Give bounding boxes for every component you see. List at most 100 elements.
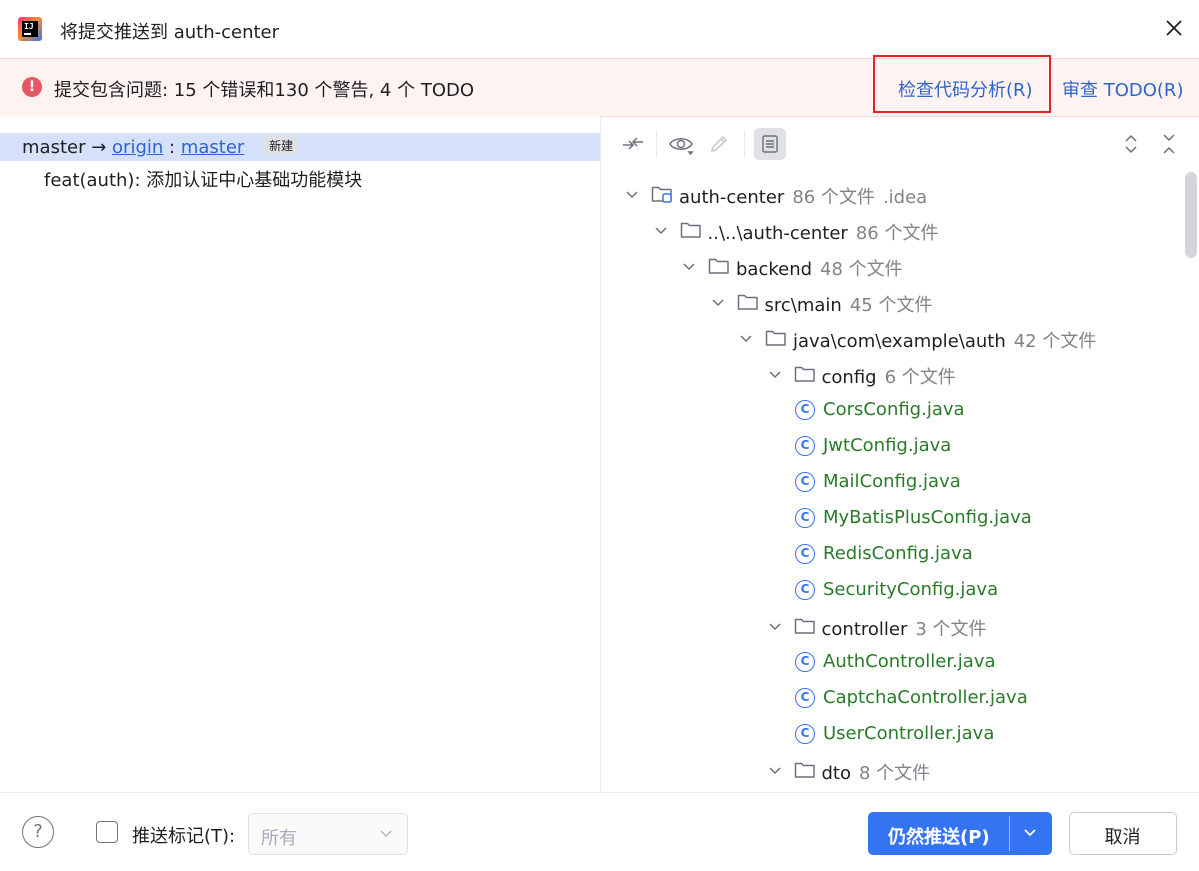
tree-folder-row[interactable]: ..\..\auth-center 86 个文件 bbox=[601, 212, 1181, 248]
new-branch-badge: 新建 bbox=[264, 136, 299, 155]
java-class-icon: C bbox=[795, 724, 815, 744]
java-class-icon: C bbox=[795, 652, 815, 672]
tree-node-label: src\main 45 个文件 bbox=[765, 291, 933, 317]
tree-node-label: config 6 个文件 bbox=[822, 363, 956, 389]
tree-node-label: controller 3 个文件 bbox=[822, 615, 987, 641]
node-name: java\com\example\auth bbox=[793, 331, 1006, 352]
dialog-title: 将提交推送到 auth-center bbox=[60, 22, 280, 43]
node-name: dto bbox=[821, 763, 852, 784]
tree-file-row[interactable]: C MailConfig.java bbox=[601, 464, 1181, 500]
chevron-down-icon[interactable] bbox=[625, 188, 639, 202]
push-anyway-label: 仍然推送(P) bbox=[888, 827, 990, 848]
tree-folder-row[interactable]: backend 48 个文件 bbox=[601, 248, 1181, 284]
expand-all-icon[interactable] bbox=[1117, 130, 1145, 158]
tree-folder-row[interactable]: config 6 个文件 bbox=[601, 356, 1181, 392]
tree-file-row[interactable]: C MyBatisPlusConfig.java bbox=[601, 500, 1181, 536]
tree-file-row[interactable]: C CaptchaController.java bbox=[601, 680, 1181, 716]
java-class-icon: C bbox=[795, 580, 815, 600]
file-name: JwtConfig.java bbox=[823, 435, 952, 456]
node-name: auth-center bbox=[679, 187, 785, 208]
push-tags-label: 推送标记(T): bbox=[132, 826, 236, 847]
folder-icon bbox=[794, 618, 815, 634]
toolbar-separator bbox=[744, 130, 745, 158]
eye-icon[interactable] bbox=[667, 130, 695, 158]
tree-folder-row[interactable]: java\com\example\auth 42 个文件 bbox=[601, 320, 1181, 356]
folder-icon bbox=[765, 330, 786, 346]
group-by-icon[interactable] bbox=[754, 128, 786, 160]
tree-file-row[interactable]: C RedisConfig.java bbox=[601, 536, 1181, 572]
chevron-down-icon[interactable] bbox=[654, 224, 668, 238]
remote-separator: : bbox=[169, 137, 176, 158]
tree-folder-row[interactable]: src\main 45 个文件 bbox=[601, 284, 1181, 320]
java-class-icon: C bbox=[795, 544, 815, 564]
folder-icon bbox=[680, 222, 701, 238]
tree-node-label: auth-center 86 个文件 .idea bbox=[679, 183, 927, 209]
file-name: MyBatisPlusConfig.java bbox=[823, 507, 1032, 528]
commit-message[interactable]: feat(auth): 添加认证中心基础功能模块 bbox=[44, 166, 362, 192]
file-count: 86 个文件 bbox=[855, 223, 939, 244]
tree-folder-row[interactable]: auth-center 86 个文件 .idea bbox=[601, 176, 1181, 212]
close-icon[interactable] bbox=[1162, 16, 1186, 40]
collapse-arrows-icon[interactable] bbox=[619, 130, 647, 158]
branch-target: master → origin : master 新建 bbox=[22, 136, 299, 158]
folder-icon bbox=[794, 762, 815, 778]
node-name: backend bbox=[736, 259, 813, 280]
folder-icon bbox=[708, 258, 729, 274]
tree-file-row[interactable]: C SecurityConfig.java bbox=[601, 572, 1181, 608]
review-todo-link[interactable]: 审查 TODO(R) bbox=[1062, 76, 1183, 102]
tree-file-row[interactable]: C UserController.java bbox=[601, 716, 1181, 752]
folder-icon bbox=[737, 294, 758, 310]
local-branch: master bbox=[22, 137, 86, 158]
chevron-down-icon[interactable] bbox=[682, 260, 696, 274]
cancel-label: 取消 bbox=[1104, 827, 1141, 848]
tree-scrollbar[interactable] bbox=[1185, 172, 1197, 258]
remote-link[interactable]: origin bbox=[112, 137, 163, 158]
chevron-down-icon[interactable] bbox=[1022, 826, 1038, 840]
changes-toolbar bbox=[601, 116, 1199, 172]
toolbar-separator bbox=[656, 130, 657, 158]
chevron-down-icon[interactable] bbox=[739, 332, 753, 346]
file-count: 6 个文件 bbox=[884, 367, 956, 388]
file-name: MailConfig.java bbox=[823, 471, 961, 492]
tree-folder-row[interactable]: dto 8 个文件 bbox=[601, 752, 1181, 788]
tree-folder-row[interactable]: controller 3 个文件 bbox=[601, 608, 1181, 644]
commits-panel bbox=[0, 116, 600, 792]
push-tags-checkbox[interactable] bbox=[96, 821, 118, 843]
java-class-icon: C bbox=[795, 688, 815, 708]
java-class-icon: C bbox=[795, 436, 815, 456]
chevron-down-icon bbox=[380, 830, 392, 838]
problems-banner: ! 提交包含问题: 15 个错误和130 个警告, 4 个 TODO 检查代码分… bbox=[0, 55, 1199, 117]
chevron-down-icon[interactable] bbox=[711, 296, 725, 310]
error-icon: ! bbox=[22, 77, 42, 97]
changes-tree: auth-center 86 个文件 .idea ..\..\auth-center 8… bbox=[601, 176, 1181, 792]
tree-node-label: backend 48 个文件 bbox=[736, 255, 903, 281]
tree-file-row[interactable]: C AuthController.java bbox=[601, 644, 1181, 680]
remote-branch-link[interactable]: master bbox=[181, 137, 244, 158]
file-count: 8 个文件 bbox=[859, 763, 931, 784]
cancel-button[interactable]: 取消 bbox=[1069, 812, 1177, 855]
problems-message: 提交包含问题: 15 个错误和130 个警告, 4 个 TODO bbox=[54, 80, 475, 101]
push-anyway-button[interactable]: 仍然推送(P) bbox=[868, 812, 1052, 855]
collapse-all-icon[interactable] bbox=[1155, 130, 1183, 158]
file-name: RedisConfig.java bbox=[823, 543, 973, 564]
tags-dropdown[interactable]: 所有 bbox=[248, 813, 408, 855]
tree-node-label: ..\..\auth-center 86 个文件 bbox=[708, 219, 939, 245]
node-name: src\main bbox=[764, 295, 842, 316]
java-class-icon: C bbox=[795, 472, 815, 492]
chevron-down-icon[interactable] bbox=[768, 764, 782, 778]
edit-pencil-icon[interactable] bbox=[705, 130, 733, 158]
arrow-right-icon: → bbox=[91, 137, 107, 158]
file-count: 3 个文件 bbox=[915, 619, 987, 640]
tree-file-row[interactable]: C CorsConfig.java bbox=[601, 392, 1181, 428]
help-button[interactable]: ? bbox=[22, 816, 54, 848]
chevron-down-icon[interactable] bbox=[768, 620, 782, 634]
module-extra: .idea bbox=[882, 187, 928, 208]
tags-dropdown-value: 所有 bbox=[261, 828, 297, 849]
intellij-logo-icon: IJ bbox=[18, 17, 42, 41]
review-code-analysis-link[interactable]: 检查代码分析(R) bbox=[898, 76, 1033, 102]
file-name: AuthController.java bbox=[823, 651, 996, 672]
tree-node-label: java\com\example\auth 42 个文件 bbox=[793, 327, 1096, 353]
chevron-down-icon[interactable] bbox=[768, 368, 782, 382]
file-count: 86 个文件 bbox=[792, 187, 875, 208]
tree-file-row[interactable]: C JwtConfig.java bbox=[601, 428, 1181, 464]
